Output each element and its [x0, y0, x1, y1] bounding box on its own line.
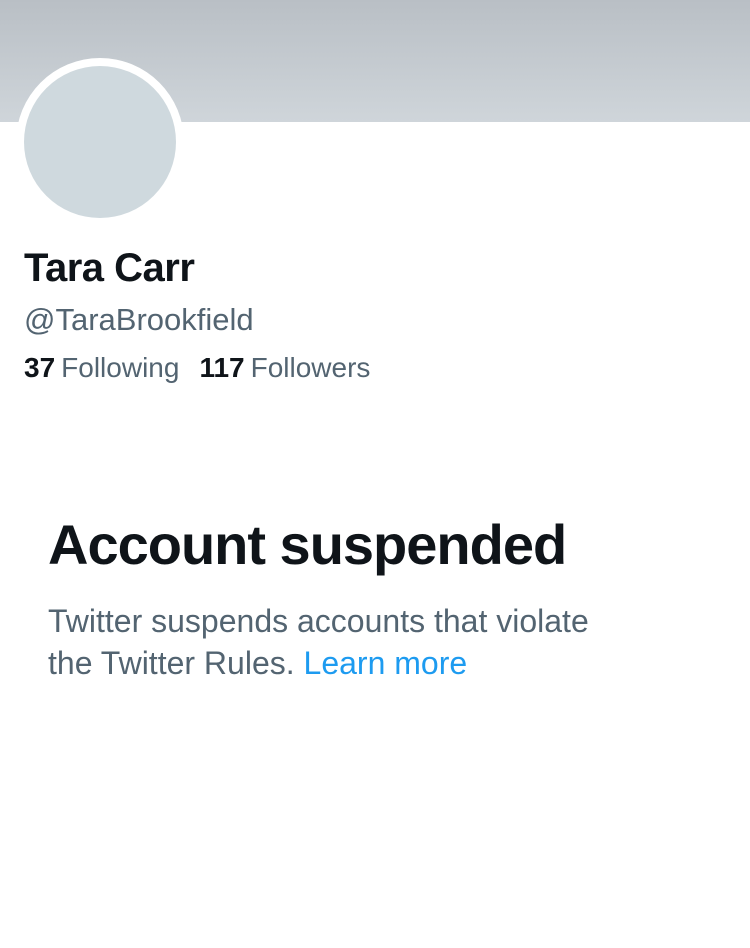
- following-label: Following: [61, 352, 180, 383]
- avatar[interactable]: [16, 58, 184, 226]
- display-name: Tara Carr: [24, 246, 195, 290]
- suspended-title: Account suspended: [48, 513, 567, 576]
- followers-label: Followers: [250, 352, 371, 383]
- suspended-message-line2: the Twitter Rules.: [48, 645, 295, 681]
- followers-count: 117: [199, 352, 245, 383]
- following-link[interactable]: 37 Following: [24, 350, 179, 386]
- user-handle: @TaraBrookfield: [24, 302, 254, 337]
- followers-link[interactable]: 117 Followers: [199, 350, 370, 386]
- avatar-placeholder: [24, 66, 176, 218]
- suspended-message: Twitter suspends accounts that violate t…: [48, 600, 708, 684]
- profile-stats: 37 Following 117 Followers: [24, 350, 390, 386]
- following-count: 37: [24, 352, 56, 383]
- learn-more-link[interactable]: Learn more: [304, 645, 468, 681]
- suspended-message-line1: Twitter suspends accounts that violate: [48, 603, 589, 639]
